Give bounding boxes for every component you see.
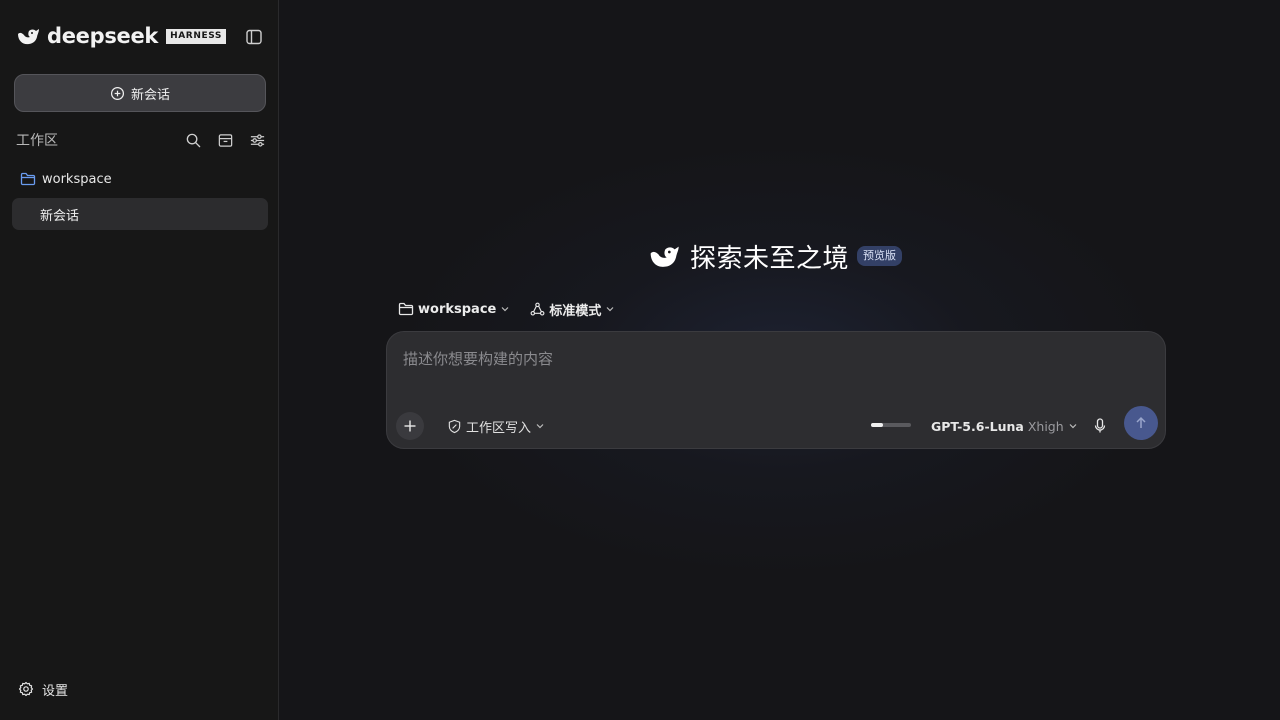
folder-name: workspace: [42, 171, 112, 187]
main-panel: 探索未至之境 预览版 workspace 标准模式 描述你想要构建的内容 工作区…: [280, 0, 1280, 720]
brand-name: deepseek: [47, 24, 159, 48]
chevron-down-icon: [536, 424, 544, 429]
composer: 工作区写入 GPT-5.6-Luna Xhigh: [386, 331, 1166, 449]
permission-label: 工作区写入: [466, 420, 532, 436]
hero: 探索未至之境 预览版: [646, 238, 903, 274]
workspace-tools: [184, 131, 266, 149]
filter-button[interactable]: [248, 131, 266, 149]
effort-slider[interactable]: [871, 423, 911, 427]
permission-selector[interactable]: 工作区写入: [447, 416, 545, 436]
mode-selector-label: 标准模式: [549, 303, 602, 319]
hero-title: 探索未至之境: [690, 243, 850, 274]
prompt-input[interactable]: [403, 348, 1143, 370]
mic-button[interactable]: [1091, 416, 1109, 436]
session-label: 新会话: [40, 208, 80, 224]
chevron-down-icon: [606, 307, 614, 312]
brand-badge: HARNESS: [166, 28, 226, 44]
model-name: GPT-5.6-Luna: [931, 418, 1024, 434]
arrow-up-icon: [1136, 416, 1146, 428]
sliders-icon: [250, 133, 264, 147]
settings-button[interactable]: 设置: [18, 679, 68, 699]
sidebar: deepseek HARNESS 新会话 工作区 workspace 新会话 设…: [0, 0, 279, 720]
whale-logo-icon: [650, 246, 679, 267]
context-selectors: workspace 标准模式: [398, 299, 615, 319]
effort-slider-fill: [871, 423, 883, 427]
folder-icon: [398, 302, 414, 316]
new-chat-button[interactable]: 新会话: [14, 74, 266, 112]
whale-logo-icon: [16, 24, 40, 48]
chevron-down-icon: [501, 307, 509, 312]
folder-selector[interactable]: workspace: [398, 301, 510, 317]
workspace-folder[interactable]: workspace: [20, 169, 112, 189]
archive-button[interactable]: [216, 131, 234, 149]
folder-selector-label: workspace: [418, 301, 497, 317]
brand[interactable]: deepseek HARNESS: [16, 24, 226, 48]
mic-icon: [1094, 418, 1106, 433]
add-attachment-button[interactable]: [396, 412, 424, 440]
sidebar-toggle-button[interactable]: [244, 27, 263, 46]
gear-icon: [18, 681, 34, 697]
model-selector[interactable]: GPT-5.6-Luna Xhigh: [931, 416, 1078, 436]
settings-label: 设置: [42, 683, 69, 699]
mode-icon: [530, 302, 545, 315]
shield-edit-icon: [448, 419, 461, 433]
preview-badge: 预览版: [857, 246, 903, 266]
new-chat-label: 新会话: [130, 87, 170, 103]
session-item[interactable]: 新会话: [12, 198, 268, 230]
reasoning-level: Xhigh: [1027, 418, 1064, 434]
folder-icon: [20, 172, 36, 186]
workspace-header: 工作区: [16, 130, 266, 150]
chevron-down-icon: [1069, 424, 1077, 429]
sidebar-toggle-icon: [245, 29, 262, 44]
plus-icon: [404, 420, 416, 432]
mode-selector[interactable]: 标准模式: [530, 300, 615, 319]
search-button[interactable]: [184, 131, 202, 149]
archive-icon: [218, 133, 232, 147]
search-icon: [186, 133, 200, 147]
workspace-section-title: 工作区: [16, 133, 58, 149]
plus-circle-icon: [110, 86, 125, 100]
send-button[interactable]: [1124, 406, 1158, 440]
